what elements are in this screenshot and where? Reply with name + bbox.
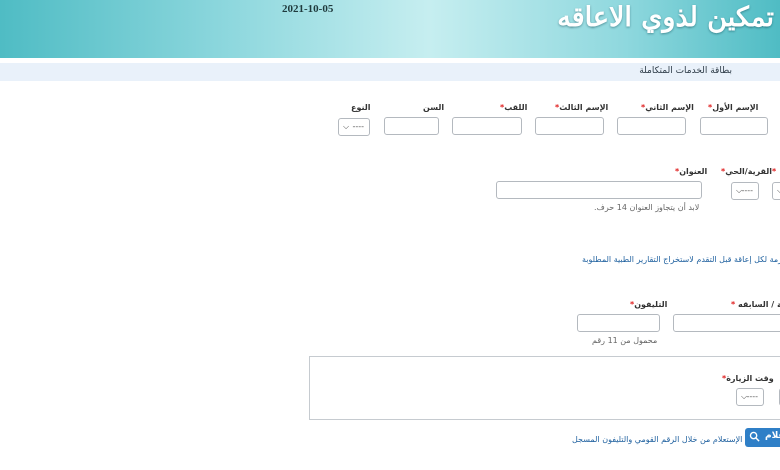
phone-label: التليفون* [630, 300, 668, 309]
age-input[interactable] [384, 117, 439, 135]
visit-time-label: وقت الزيارة* [722, 374, 774, 383]
village-select-value: ---- [741, 186, 753, 195]
site-title: تمكين لذوي الاعاقه [557, 2, 774, 33]
address-hint: لابد أن يتجاوز العنوان 14 حرف. [594, 203, 700, 212]
chevron-down-icon: ⌵ [343, 122, 350, 131]
search-icon [749, 431, 760, 442]
card-label: ليقة / السابقه * [731, 300, 780, 309]
medical-reports-notice: اللازمة لكل إعاقة قبل التقدم لاستخراج ال… [582, 255, 780, 264]
third-name-input[interactable] [535, 117, 604, 135]
chevron-down-icon: ⌵ [741, 392, 748, 401]
governorate-select-partial[interactable]: ⌵ [772, 182, 780, 200]
phone-input[interactable] [577, 314, 660, 332]
village-label: القرية/الحي* [721, 167, 773, 176]
second-name-label: الإسم الثاني* [641, 103, 694, 112]
first-name-input[interactable] [700, 117, 768, 135]
gender-label: النوع [351, 103, 371, 112]
visit-details-box[interactable] [309, 356, 780, 420]
header-banner: تمكين لذوي الاعاقه 2021-10-05 [0, 0, 780, 58]
second-name-input[interactable] [617, 117, 686, 135]
third-name-label: الإسم الثالث* [555, 103, 609, 112]
visit-time-value: ---- [746, 392, 758, 401]
inquiry-description: الإستعلام من خلال الرقم القومي والتليفون… [572, 435, 743, 444]
address-label: العنوان* [675, 167, 708, 176]
inquiry-button-label: علام [765, 431, 780, 441]
gender-select-value: ---- [352, 122, 364, 131]
breadcrumb-bar: بطاقة الخدمات المتكاملة [0, 63, 780, 81]
card-input[interactable] [673, 314, 780, 332]
gender-select[interactable]: ---- ⌵ [338, 118, 370, 136]
age-label: السن [423, 103, 445, 112]
header-date: 2021-10-05 [282, 3, 334, 15]
surname-label: اللقب* [500, 103, 528, 112]
prev-field-required-mark: * [772, 167, 777, 176]
phone-hint: محمول من 11 رقم [592, 336, 658, 345]
breadcrumb: بطاقة الخدمات المتكاملة [639, 66, 732, 76]
visit-time-select[interactable]: ---- ⌵ [736, 388, 764, 406]
village-select[interactable]: ---- ⌵ [731, 182, 759, 200]
chevron-down-icon: ⌵ [736, 186, 743, 195]
inquiry-button[interactable]: علام [745, 428, 780, 447]
first-name-label: الإسم الأول* [708, 103, 759, 112]
address-input[interactable] [496, 181, 702, 199]
surname-input[interactable] [452, 117, 522, 135]
